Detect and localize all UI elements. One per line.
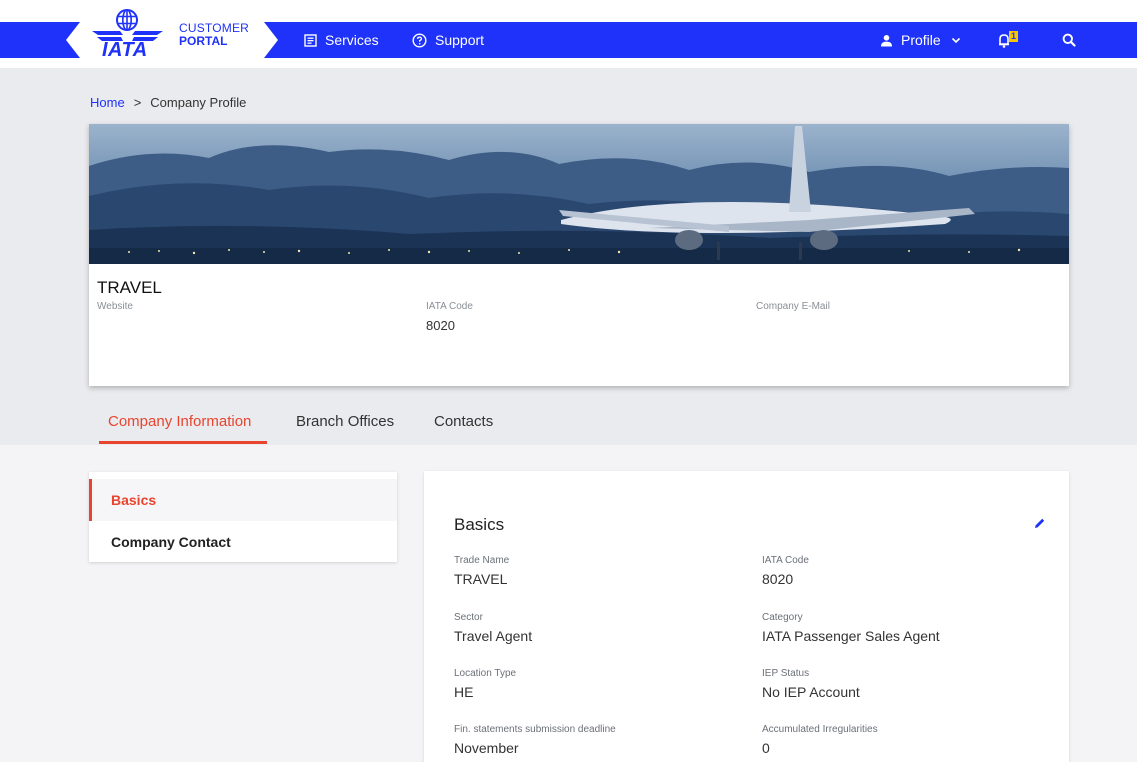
side-menu-item-company-contact[interactable]: Company Contact [89, 521, 397, 563]
field-trade-name: Trade Name TRAVEL [454, 555, 509, 587]
field-location-type: Location Type HE [454, 668, 516, 700]
field-label: IATA Code [762, 555, 809, 566]
edit-pencil-icon[interactable] [1033, 517, 1046, 530]
iata-code-value: 8020 [426, 318, 455, 333]
notifications-button[interactable]: 1 [998, 22, 1018, 58]
field-label: Sector [454, 612, 483, 623]
support-nav-link[interactable]: Support [412, 22, 484, 58]
field-value: TRAVEL [454, 571, 508, 587]
field-label: Trade Name [454, 555, 510, 566]
globe-icon [116, 9, 138, 31]
field-label: Location Type [454, 668, 517, 679]
profile-label: Profile [901, 32, 941, 48]
company-name: TRAVEL [97, 278, 162, 297]
logo-portal-text: PORTAL [179, 34, 228, 48]
field-value: 8020 [762, 571, 794, 587]
field-value: 0 [762, 740, 770, 756]
airplane-banner-image [89, 124, 1069, 264]
breadcrumb-separator: > [133, 95, 142, 110]
side-menu-item-basics[interactable]: Basics [89, 479, 397, 521]
services-nav-label: Services [325, 32, 379, 48]
field-label: Category [762, 612, 803, 623]
field-fin-statements-deadline: Fin. statements submission deadline Nove… [454, 724, 616, 756]
support-nav-label: Support [435, 32, 485, 48]
company-email-label: Company E-Mail [756, 301, 830, 312]
website-label: Website [97, 301, 133, 312]
breadcrumb-current: Company Profile [150, 95, 247, 110]
field-accumulated-irregularities: Accumulated Irregularities 0 [762, 724, 878, 756]
chevron-down-icon [951, 37, 961, 44]
iata-code-label: IATA Code [426, 301, 473, 312]
breadcrumb: Home > Company Profile [90, 95, 246, 110]
field-value: Travel Agent [454, 628, 533, 644]
basics-title: Basics [454, 515, 505, 534]
website-info: Website [97, 301, 133, 318]
field-value: November [454, 740, 519, 756]
logo-iata-text: IATA [102, 39, 148, 61]
user-icon [880, 34, 893, 47]
field-label: Fin. statements submission deadline [454, 724, 616, 735]
profile-menu[interactable]: Profile [880, 22, 961, 58]
field-iata-code: IATA Code 8020 [762, 555, 809, 587]
basics-card: Basics Trade Name TRAVEL IATA Code 8020 … [424, 471, 1069, 762]
tab-branch-offices[interactable]: Branch Offices [296, 413, 394, 430]
field-iep-status: IEP Status No IEP Account [762, 668, 860, 700]
field-sector: Sector Travel Agent [454, 612, 532, 644]
notification-count-badge: 1 [1009, 31, 1018, 42]
iata-code-info: IATA Code 8020 [426, 301, 473, 333]
field-value: IATA Passenger Sales Agent [762, 628, 940, 644]
section-side-menu: Basics Company Contact [89, 472, 397, 562]
iata-customer-portal-logo[interactable]: IATA CUSTOMER PORTAL [60, 8, 282, 62]
field-value: HE [454, 684, 474, 700]
help-circle-icon [412, 32, 427, 48]
company-email-info: Company E-Mail [756, 301, 830, 318]
field-category: Category IATA Passenger Sales Agent [762, 612, 940, 644]
field-value: No IEP Account [762, 684, 860, 700]
search-icon [1062, 33, 1076, 47]
field-label: Accumulated Irregularities [762, 724, 878, 735]
breadcrumb-home-link[interactable]: Home [90, 95, 125, 110]
services-icon [304, 33, 317, 47]
active-tab-indicator [99, 441, 267, 444]
tab-contacts[interactable]: Contacts [434, 413, 493, 430]
tab-company-information[interactable]: Company Information [108, 413, 251, 430]
company-profile-card: TRAVEL Website IATA Code 8020 Company E-… [89, 124, 1069, 386]
services-nav-link[interactable]: Services [304, 22, 379, 58]
field-label: IEP Status [762, 668, 810, 679]
search-button[interactable] [1062, 22, 1076, 58]
